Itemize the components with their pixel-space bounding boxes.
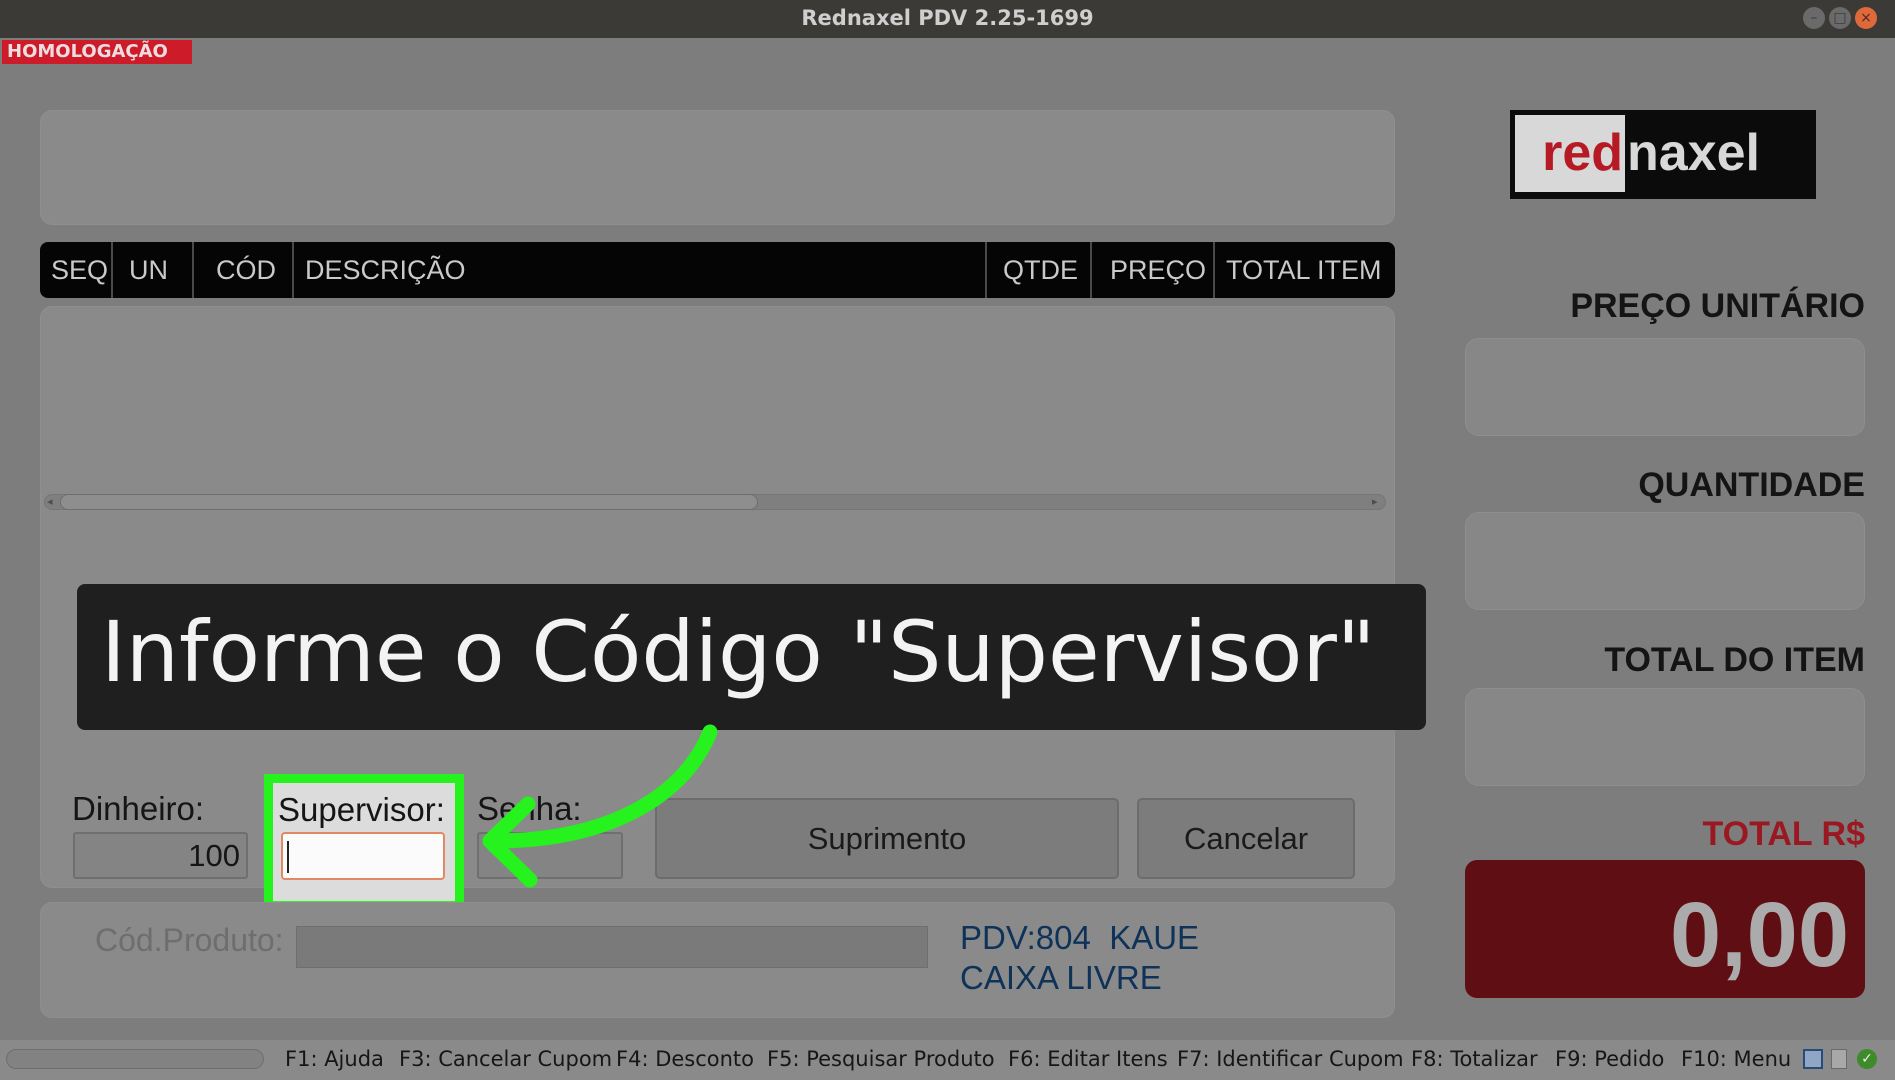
pointer-arrow-icon: [482, 724, 718, 888]
maximize-icon[interactable]: □: [1829, 7, 1851, 29]
fkey-f1-ajuda[interactable]: F1: Ajuda: [285, 1044, 384, 1074]
window-title-bar: Rednaxel PDV 2.25-1699: [0, 0, 1895, 38]
total-value: 0,00: [1465, 860, 1865, 998]
environment-badge: HOMOLOGAÇÃO: [2, 40, 192, 64]
fkey-f10-menu[interactable]: F10: Menu: [1681, 1044, 1791, 1074]
close-icon[interactable]: ×: [1855, 7, 1877, 29]
quantidade-field: [1465, 512, 1865, 610]
cod-produto-input[interactable]: [296, 926, 928, 968]
tutorial-callout: Informe o Código "Supervisor": [77, 584, 1426, 730]
pdv-operator: PDV:804 KAUE: [960, 919, 1200, 956]
window-title: Rednaxel PDV 2.25-1699: [801, 6, 1094, 30]
scrollbar-thumb[interactable]: [60, 494, 758, 510]
column-header-descricao: DESCRIÇÃO: [294, 242, 987, 298]
fkey-f5-pesquisar-produto[interactable]: F5: Pesquisar Produto: [767, 1044, 995, 1074]
minimize-icon[interactable]: –: [1803, 7, 1825, 29]
column-header-seq: SEQ: [40, 242, 113, 298]
total-label: TOTAL R$: [1702, 815, 1865, 853]
supervisor-input[interactable]: [281, 832, 445, 880]
column-header-cod: CÓD: [194, 242, 294, 298]
dinheiro-label: Dinheiro:: [72, 790, 205, 827]
logo-text-red: red: [1515, 115, 1625, 192]
logo-text-naxel: naxel: [1627, 124, 1760, 182]
document-icon: [1831, 1049, 1847, 1069]
text-caret: [287, 841, 289, 873]
fkey-f6-editar-itens[interactable]: F6: Editar Itens: [1008, 1044, 1168, 1074]
column-header-preco: PREÇO: [1092, 242, 1215, 298]
scroll-right-icon[interactable]: ▸: [1372, 494, 1378, 510]
preco-unitario-field: [1465, 338, 1865, 436]
tutorial-callout-text: Informe o Código "Supervisor": [101, 603, 1376, 701]
progress-bar: [6, 1049, 264, 1069]
dinheiro-field[interactable]: 100: [73, 832, 248, 879]
fkey-f8-totalizar[interactable]: F8: Totalizar: [1411, 1044, 1538, 1074]
total-item-label: TOTAL DO ITEM: [1604, 641, 1865, 679]
fkey-f7-identificar-cupom[interactable]: F7: Identificar Cupom: [1177, 1044, 1404, 1074]
top-info-panel: [40, 110, 1395, 225]
column-header-un: UN: [113, 242, 194, 298]
items-table-header: SEQ UN CÓD DESCRIÇÃO QTDE PREÇO TOTAL IT…: [40, 242, 1395, 298]
cancelar-button[interactable]: Cancelar: [1137, 798, 1355, 879]
fkey-f9-pedido[interactable]: F9: Pedido: [1555, 1044, 1664, 1074]
window-icon: [1803, 1049, 1823, 1069]
column-header-total-item: TOTAL ITEM: [1226, 255, 1382, 285]
caixa-status: CAIXA LIVRE: [960, 959, 1162, 996]
dinheiro-value: 100: [188, 838, 240, 873]
fkey-f3-cancelar-cupom[interactable]: F3: Cancelar Cupom: [399, 1044, 612, 1074]
fkey-f4-desconto[interactable]: F4: Desconto: [616, 1044, 754, 1074]
total-item-field: [1465, 688, 1865, 786]
column-header-qtde: QTDE: [987, 242, 1092, 298]
supervisor-label: Supervisor:: [278, 791, 445, 828]
cod-produto-label: Cód.Produto:: [95, 922, 284, 958]
check-icon: ✓: [1857, 1049, 1877, 1069]
scroll-left-icon[interactable]: ◂: [47, 494, 53, 510]
preco-unitario-label: PREÇO UNITÁRIO: [1570, 287, 1865, 325]
quantidade-label: QUANTIDADE: [1638, 466, 1865, 504]
